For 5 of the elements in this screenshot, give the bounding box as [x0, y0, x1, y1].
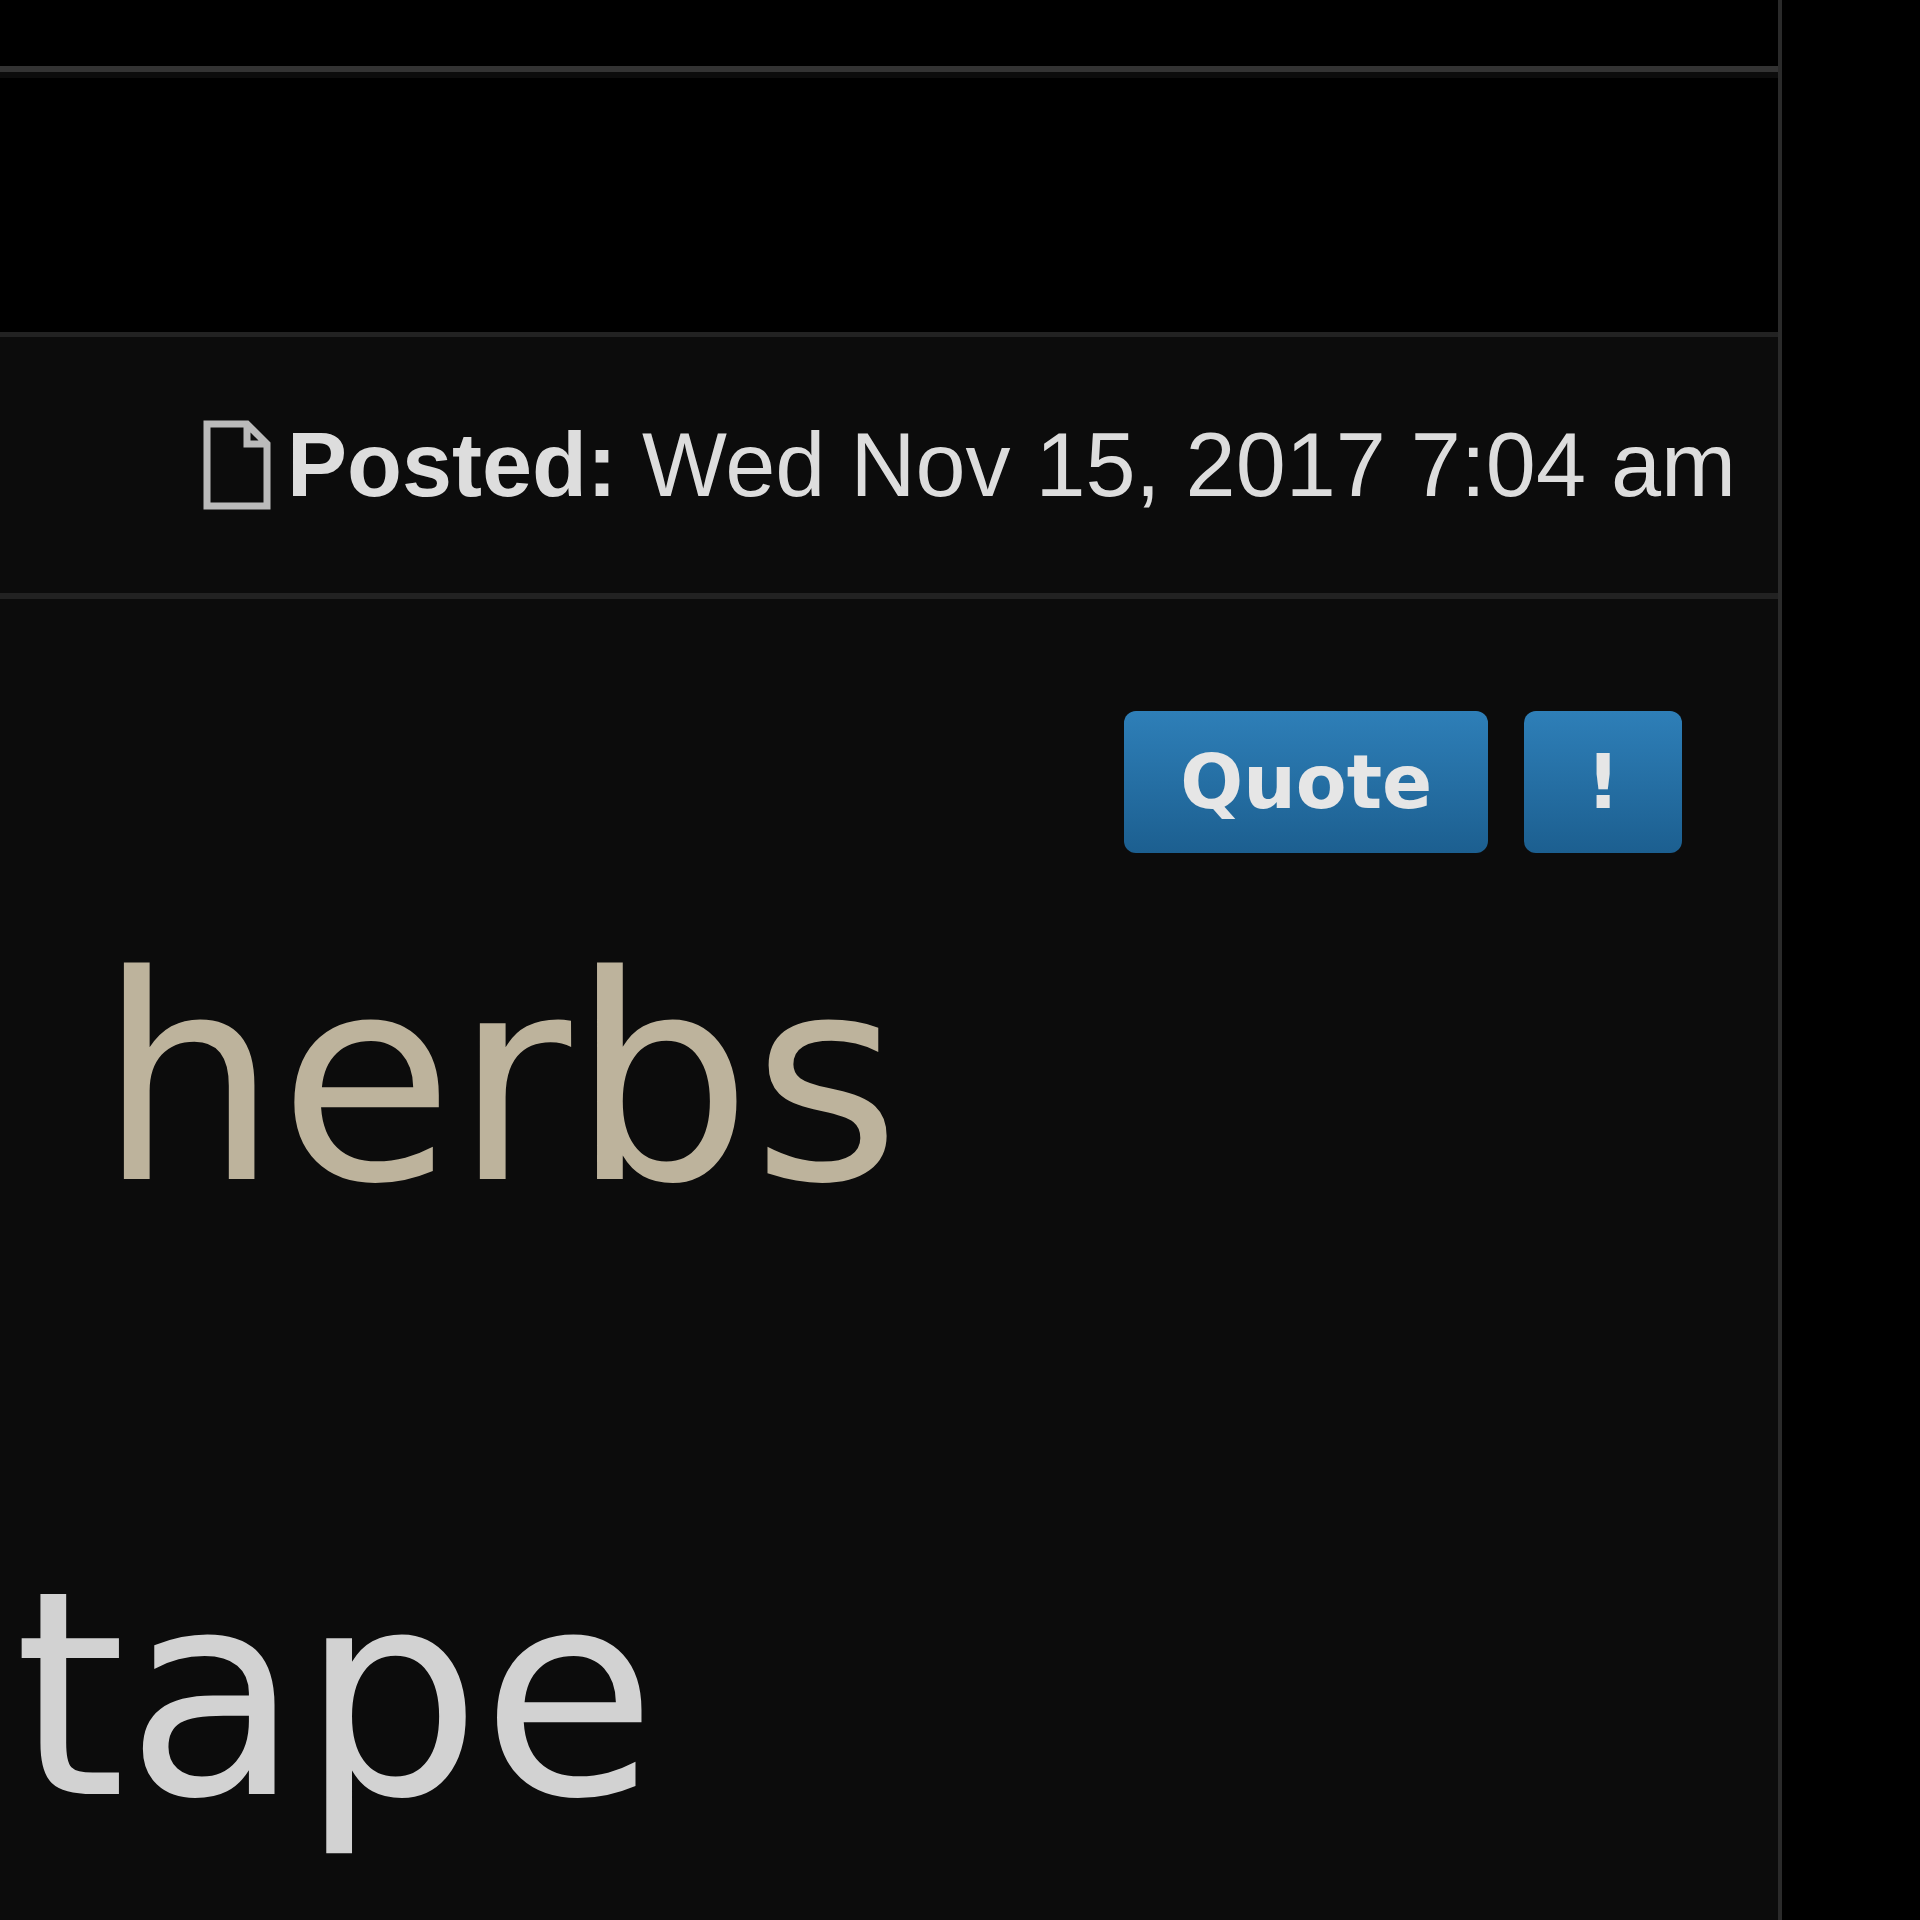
post-text: herbs: [98, 914, 901, 1246]
post-text: tape: [14, 1529, 657, 1861]
report-button[interactable]: !: [1524, 711, 1682, 853]
quote-button[interactable]: Quote: [1124, 711, 1489, 853]
post-date: Posted: Wed Nov 15, 2017 7:04 am: [286, 413, 1736, 517]
